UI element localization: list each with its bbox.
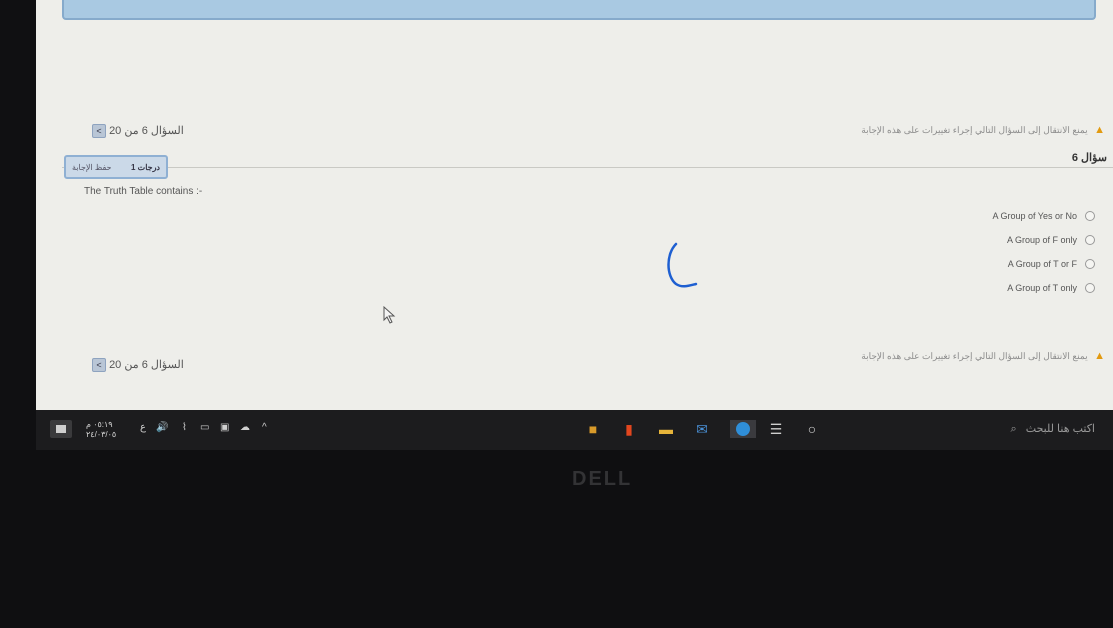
question-nav-top: < السؤال 6 من 20 [90,124,184,139]
warning-text: يمنع الانتقال إلى السؤال التالي إجراء تغ… [861,125,1088,135]
option-label: A Group of Yes or No [992,211,1077,221]
task-view-icon[interactable]: ☰ [768,420,784,438]
windows-taskbar: ٠٥:١٩ م ٢٤/٠٣/٠٥ ع 🔊 ⌇ ▭ ▣ ☁ ^ ■ ▮ ▬ ✉ ☰… [36,410,1113,450]
warning-triangle-icon: ▲ [1094,350,1105,362]
screen-bezel-bottom [0,450,1113,628]
question-title: سؤال 6 [1071,152,1107,164]
next-question-button[interactable]: < [92,124,106,139]
file-explorer-icon[interactable]: ▬ [658,420,674,438]
onedrive-icon[interactable]: ☁ [240,422,250,433]
answer-options: A Group of Yes or No A Group of F only A… [992,204,1095,300]
next-question-button[interactable]: < [92,358,106,373]
notifications-icon[interactable] [50,420,72,438]
answer-option[interactable]: A Group of T or F [992,252,1095,276]
language-indicator[interactable]: ع [140,422,146,433]
search-input[interactable]: اكتب هنا للبحث [1026,423,1095,435]
top-panel [62,0,1096,20]
radio-button[interactable] [1085,211,1095,221]
store-icon[interactable]: ■ [586,420,600,438]
date-label: ٢٤/٠٣/٠٥ [86,430,117,439]
question-counter: السؤال 6 من 20 [109,359,184,371]
chevron-up-icon[interactable]: ^ [262,422,267,433]
radio-button[interactable] [1085,259,1095,269]
network-icon[interactable]: ⌇ [182,422,187,433]
search-icon: ⌕ [1010,423,1017,435]
question-badge: حفظ الإجابة 1 درجات [64,155,168,179]
radio-button[interactable] [1085,235,1095,245]
office-icon[interactable]: ▮ [622,420,636,438]
volume-icon[interactable]: 🔊 [156,422,168,433]
save-answer-button[interactable]: حفظ الإجابة [72,163,112,172]
question-nav-bottom: < السؤال 6 من 20 [90,358,184,373]
question-text: The Truth Table contains :- [84,186,203,197]
option-label: A Group of F only [1006,235,1077,245]
brand-logo: DELL [572,468,633,490]
loading-spinner-icon [667,242,698,288]
battery-icon[interactable]: ▭ [200,422,209,433]
cortana-icon[interactable]: ○ [804,420,820,438]
warning-triangle-icon: ▲ [1094,124,1105,136]
option-label: A Group of T only [1007,283,1077,293]
tray-app-icon[interactable]: ▣ [220,422,229,433]
edge-browser-icon[interactable] [730,420,756,438]
warning-top: ▲ يمنع الانتقال إلى السؤال التالي إجراء … [861,124,1105,136]
radio-button[interactable] [1085,283,1095,293]
taskbar-search[interactable]: اكتب هنا للبحث ⌕ [1011,422,1095,436]
grade-label: 1 درجات [130,162,160,172]
answer-option[interactable]: A Group of Yes or No [992,204,1095,228]
browser-viewport: < السؤال 6 من 20 ▲ يمنع الانتقال إلى الس… [36,0,1113,410]
time-label: ٠٥:١٩ م [86,420,113,429]
question-counter: السؤال 6 من 20 [109,125,184,137]
mouse-pointer-icon [383,306,396,324]
clock[interactable]: ٠٥:١٩ م ٢٤/٠٣/٠٥ [86,420,116,440]
option-label: A Group of T or F [1007,259,1077,269]
warning-bottom: ▲ يمنع الانتقال إلى السؤال التالي إجراء … [861,350,1105,362]
divider [62,167,1113,168]
mail-icon[interactable]: ✉ [694,420,710,438]
answer-option[interactable]: A Group of F only [992,228,1095,252]
warning-text: يمنع الانتقال إلى السؤال التالي إجراء تغ… [861,351,1088,361]
answer-option[interactable]: A Group of T only [992,276,1095,300]
